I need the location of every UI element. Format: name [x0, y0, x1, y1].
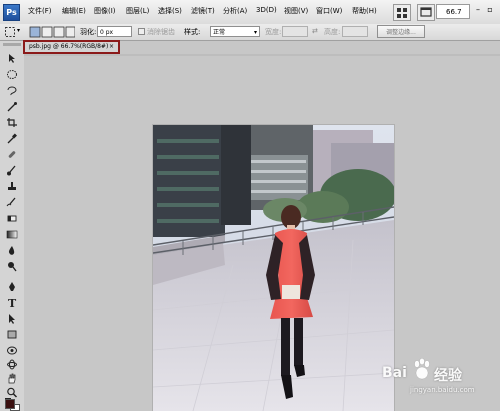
swap-icon[interactable]: ⇄ [312, 27, 318, 35]
chevron-down-icon: ▾ [253, 29, 257, 36]
zoom-icon[interactable] [6, 387, 18, 398]
menu-filter[interactable]: 滤镜(T) [191, 6, 215, 16]
zoom-field[interactable]: 66.7 [436, 4, 470, 19]
minimize-button[interactable]: – [474, 4, 482, 16]
svg-text:T: T [8, 297, 17, 308]
magic-wand-icon[interactable] [6, 101, 18, 112]
antialias-checkbox[interactable] [138, 28, 145, 35]
height-label: 高度: [324, 28, 341, 36]
paw-icon [414, 358, 430, 380]
document-tab-label: psb.jpg @ 66.7%(RGB/8#) [29, 43, 109, 50]
menu-3d[interactable]: 3D(D) [256, 6, 277, 14]
style-value: 正常 [213, 29, 226, 36]
bridge-button[interactable] [393, 4, 411, 21]
watermark-site: jingyan.baidu.com [410, 386, 475, 394]
screen-mode-button[interactable] [417, 4, 435, 21]
clone-stamp-icon[interactable] [6, 181, 18, 192]
menu-image[interactable]: 图像(I) [94, 6, 116, 16]
width-input[interactable] [282, 26, 308, 37]
style-label: 样式: [184, 28, 201, 36]
rect-marquee-icon[interactable] [4, 26, 16, 38]
close-icon[interactable]: × [109, 42, 114, 52]
photoshop-logo: Ps [3, 4, 20, 21]
photo-canvas[interactable] [153, 125, 394, 411]
document-tab[interactable]: psb.jpg @ 66.7%(RGB/8#) × [23, 40, 120, 54]
menu-view[interactable]: 视图(V) [284, 6, 308, 16]
feather-input[interactable]: 0 px [97, 26, 132, 37]
preset-dropdown-icon[interactable]: ▾ [17, 27, 20, 34]
selection-mode-icons[interactable] [29, 26, 75, 38]
dodge-icon[interactable] [6, 261, 18, 272]
type-icon[interactable]: T [6, 297, 18, 308]
panel-grip[interactable] [3, 43, 21, 46]
grid-icon [397, 8, 407, 18]
lasso-icon[interactable] [6, 85, 18, 96]
width-label: 宽度: [265, 28, 282, 36]
menu-help[interactable]: 帮助(H) [352, 6, 377, 16]
tab-bar-strip [24, 54, 500, 56]
path-selection-icon[interactable] [6, 313, 18, 324]
watermark-brand-left: Bai [382, 365, 407, 381]
height-input[interactable] [342, 26, 368, 37]
menu-analysis[interactable]: 分析(A) [223, 6, 247, 16]
gradient-icon[interactable] [6, 229, 18, 240]
style-select[interactable]: 正常 ▾ [210, 26, 260, 37]
crop-icon[interactable] [6, 117, 18, 128]
feather-label: 羽化: [80, 28, 97, 36]
menu-edit[interactable]: 编辑(E) [62, 6, 86, 16]
menu-select[interactable]: 选择(S) [158, 6, 182, 16]
eyedropper-icon[interactable] [6, 133, 18, 144]
eraser-icon[interactable] [6, 213, 18, 224]
baidu-jingyan-watermark: Bai 经验 jingyan.baidu.com [382, 355, 492, 399]
menu-window[interactable]: 窗口(W) [316, 6, 342, 16]
menu-file[interactable]: 文件(F) [28, 6, 52, 16]
history-brush-icon[interactable] [6, 197, 18, 208]
refine-edge-button[interactable]: 调整边缘... [377, 25, 425, 38]
restore-button[interactable]: ▫ [486, 4, 494, 16]
antialias-label: 消除锯齿 [147, 28, 175, 36]
blur-icon[interactable] [6, 245, 18, 256]
menu-layer[interactable]: 图层(L) [126, 6, 149, 16]
watermark-brand-right: 经验 [434, 368, 462, 384]
menu-bar: Ps 文件(F) 编辑(E) 图像(I) 图层(L) 选择(S) 滤镜(T) 分… [0, 0, 500, 25]
rectangle-shape-icon[interactable] [6, 329, 18, 340]
healing-brush-icon[interactable] [6, 149, 18, 160]
ellipse-marquee-icon[interactable] [6, 69, 18, 80]
tools-panel: T [0, 41, 25, 411]
3d-orbit-icon[interactable] [6, 359, 18, 370]
pen-icon[interactable] [6, 281, 18, 292]
foreground-color-swatch[interactable] [5, 399, 15, 409]
hand-icon[interactable] [6, 373, 18, 384]
move-tool-icon[interactable] [6, 53, 18, 64]
brush-icon[interactable] [6, 165, 18, 176]
photo-image [153, 125, 394, 411]
screen-mode-icon [420, 7, 432, 17]
3d-rotate-icon[interactable] [6, 345, 18, 356]
options-bar: ▾ 羽化: 0 px 消除锯齿 样式: 正常 ▾ 宽度: ⇄ 高度: 调整边缘..… [0, 24, 500, 41]
